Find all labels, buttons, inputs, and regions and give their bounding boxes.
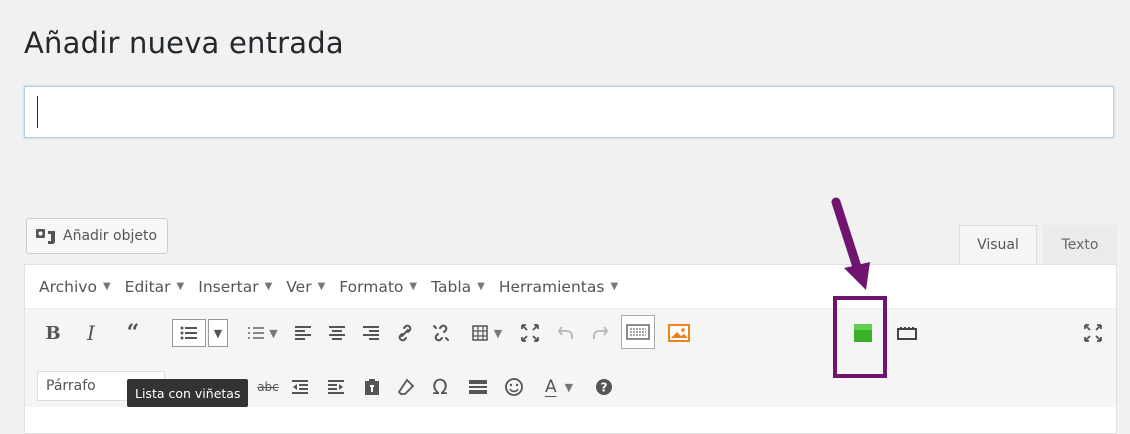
svg-text:?: ? — [601, 381, 608, 395]
highlight-box — [833, 296, 887, 378]
bold-button[interactable]: B — [41, 319, 65, 347]
add-media-label: Añadir objeto — [63, 228, 158, 244]
media-icon — [36, 229, 55, 244]
format-select-value: Párrafo — [46, 378, 96, 394]
menu-tabla[interactable]: Tabla ▼ — [431, 278, 485, 296]
add-media-button[interactable]: Añadir objeto — [26, 218, 169, 254]
align-left-button[interactable] — [291, 319, 315, 347]
chevron-down-icon: ▼ — [269, 326, 278, 340]
read-more-button[interactable] — [893, 319, 921, 347]
menu-archivo[interactable]: Archivo ▼ — [39, 278, 111, 296]
text-color-icon: A — [544, 377, 557, 397]
chevron-down-icon: ▼ — [264, 281, 273, 292]
strikethrough-button[interactable]: abc — [255, 373, 281, 401]
unlink-icon — [433, 324, 449, 342]
special-character-button[interactable]: Ω — [427, 373, 453, 401]
horizontal-line-icon — [469, 380, 487, 394]
fullscreen-button[interactable] — [517, 319, 543, 347]
distraction-free-button[interactable] — [1080, 319, 1106, 347]
menu-formato[interactable]: Formato ▼ — [339, 278, 417, 296]
text-color-button[interactable]: A ▼ — [535, 373, 583, 401]
bullet-list-dropdown[interactable]: ▼ — [208, 319, 228, 347]
chevron-down-icon: ▼ — [213, 326, 223, 340]
page-title: Añadir nueva entrada — [24, 26, 344, 60]
image-icon — [668, 324, 690, 342]
expand-icon — [1084, 324, 1102, 342]
table-icon — [472, 325, 488, 341]
annotation-arrow-icon — [831, 197, 870, 290]
link-icon — [398, 324, 412, 342]
editor: Archivo ▼ Editar ▼ Insertar ▼ Ver ▼ Formato ▼… — [24, 264, 1117, 434]
align-right-button[interactable] — [359, 319, 383, 347]
outdent-button[interactable] — [287, 373, 313, 401]
tab-visual[interactable]: Visual — [959, 225, 1037, 264]
help-icon: ? — [596, 379, 612, 395]
menu-ver[interactable]: Ver ▼ — [286, 278, 325, 296]
unlink-button[interactable] — [428, 319, 454, 347]
tooltip: Lista con viñetas — [127, 379, 249, 407]
text-caret — [37, 96, 38, 128]
menu-editar[interactable]: Editar ▼ — [125, 278, 185, 296]
redo-button[interactable] — [587, 319, 613, 347]
keyboard-icon — [626, 324, 650, 340]
chevron-down-icon: ▼ — [610, 281, 619, 292]
chevron-down-icon: ▼ — [176, 281, 185, 292]
menu-herramientas[interactable]: Herramientas ▼ — [499, 278, 618, 296]
keyboard-button[interactable] — [621, 315, 655, 349]
align-center-button[interactable] — [325, 319, 349, 347]
table-button[interactable]: ▼ — [465, 319, 509, 347]
bullet-list-button[interactable] — [172, 319, 206, 347]
paste-icon — [365, 379, 379, 395]
bullet-list-icon — [180, 326, 197, 340]
align-center-icon — [329, 326, 345, 340]
post-title-input[interactable] — [24, 86, 1114, 138]
eraser-icon — [397, 378, 415, 395]
indent-icon — [328, 380, 344, 394]
editor-toolbar: B I “ ▼ ▼ ▼ Párrafo abc Ω A ▼ ? Lista co… — [25, 309, 1116, 407]
menu-insertar[interactable]: Insertar ▼ — [198, 278, 272, 296]
undo-button[interactable] — [553, 319, 579, 347]
strikethrough-icon: abc — [257, 380, 279, 394]
chevron-down-icon: ▼ — [564, 380, 574, 394]
align-right-icon — [363, 326, 379, 340]
link-button[interactable] — [392, 319, 418, 347]
smiley-icon — [505, 378, 523, 396]
chevron-down-icon: ▼ — [317, 281, 326, 292]
paste-text-button[interactable] — [359, 373, 385, 401]
undo-icon — [557, 326, 573, 339]
read-more-icon — [897, 327, 917, 340]
italic-button[interactable]: I — [79, 319, 103, 347]
image-button[interactable] — [665, 319, 693, 347]
emoji-button[interactable] — [501, 373, 527, 401]
align-left-icon — [295, 326, 311, 340]
fullscreen-icon — [521, 324, 539, 342]
blockquote-icon: “ — [126, 320, 140, 346]
chevron-down-icon: ▼ — [477, 281, 485, 292]
indent-button[interactable] — [323, 373, 349, 401]
redo-icon — [593, 326, 609, 339]
chevron-down-icon: ▼ — [409, 281, 418, 292]
tab-texto[interactable]: Texto — [1043, 225, 1117, 264]
editor-menubar: Archivo ▼ Editar ▼ Insertar ▼ Ver ▼ Formato ▼… — [25, 265, 1116, 309]
omega-icon: Ω — [432, 375, 448, 399]
horizontal-line-button[interactable] — [465, 373, 491, 401]
clear-formatting-button[interactable] — [393, 373, 419, 401]
blockquote-button[interactable]: “ — [119, 319, 147, 347]
outdent-icon — [292, 380, 308, 394]
chevron-down-icon: ▼ — [102, 281, 111, 292]
numbered-list-button[interactable]: ▼ — [243, 319, 283, 347]
chevron-down-icon: ▼ — [493, 326, 503, 340]
numbered-list-icon — [248, 327, 265, 339]
help-button[interactable]: ? — [591, 373, 617, 401]
